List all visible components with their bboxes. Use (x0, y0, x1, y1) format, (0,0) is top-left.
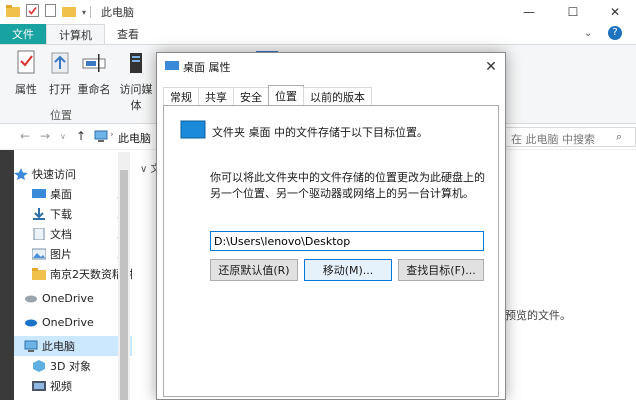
find-target-button[interactable]: 查找目标(F)... (398, 259, 484, 281)
folder-icon (6, 4, 20, 20)
desktop-folder-icon (180, 120, 206, 140)
ribbon-group-label: 位置 (50, 109, 72, 122)
navigation-pane: 快速访问 桌面 📌 下载 📌 文档 📌 图片 📌 南京2天数资精讲 (14, 152, 132, 400)
cloud-icon (24, 316, 38, 328)
dialog-tabs: 常规 共享 安全 位置 以前的版本 (163, 85, 372, 105)
sidebar-item-label: 下载 (50, 208, 72, 221)
tab-view[interactable]: 查看 (105, 24, 151, 44)
sidebar-item-quick-access[interactable]: 快速访问 (14, 164, 132, 184)
video-icon (32, 380, 46, 392)
help-icon[interactable]: ? (608, 26, 622, 40)
sidebar-item-label: OneDrive (42, 315, 94, 329)
folder-icon (32, 268, 46, 280)
tab-computer[interactable]: 计算机 (46, 24, 105, 44)
sidebar-item-label: 此电脑 (42, 340, 75, 353)
properties-icon (12, 49, 40, 77)
maximize-icon[interactable]: ☐ (552, 0, 594, 24)
media-server-icon (122, 49, 150, 77)
close-icon[interactable]: ✕ (594, 0, 636, 24)
document-icon (32, 227, 46, 241)
dialog-title-bar: 桌面 属性 ✕ (157, 53, 505, 81)
location-info: 你可以将此文件夹中的文件存储的位置更改为此硬盘上的另一个位置、另一个驱动器或网络… (210, 171, 485, 200)
properties-dialog: 桌面 属性 ✕ 常规 共享 安全 位置 以前的版本 文件夹 桌面 中的文件存储于… (156, 52, 506, 400)
sidebar-item-folder[interactable]: 南京2天数资精讲 (14, 264, 132, 284)
sidebar-item-3d-objects[interactable]: 3D 对象 (14, 356, 132, 376)
tab-sharing[interactable]: 共享 (198, 87, 234, 105)
sidebar-item-label: 3D 对象 (50, 360, 91, 373)
background-window-strip (0, 150, 14, 400)
preview-hint: 预览的文件。 (505, 309, 571, 322)
tab-location[interactable]: 位置 (268, 85, 304, 105)
sidebar-item-label: 视频 (50, 380, 72, 393)
tab-file[interactable]: 文件 (0, 24, 46, 44)
desktop-folder-icon (165, 60, 179, 75)
tab-previous-versions[interactable]: 以前的版本 (303, 87, 372, 105)
sidebar-item-label: OneDrive (42, 291, 94, 305)
tab-general[interactable]: 常规 (163, 87, 199, 105)
rename-button[interactable]: 重命名 (76, 49, 112, 97)
rename-label: 重命名 (77, 83, 111, 96)
chevron-down-icon[interactable]: ⌄ (584, 28, 592, 39)
sidebar-item-label: 桌面 (50, 188, 72, 201)
desktop-folder-icon (32, 188, 46, 200)
window-title: 此电脑 (101, 6, 135, 19)
ribbon-tabs: 文件 计算机 查看 ⌄ ? (0, 24, 636, 44)
sidebar-item-documents[interactable]: 文档 📌 (14, 224, 132, 244)
access-media-label: 访问媒体 (119, 83, 153, 112)
download-icon (32, 208, 46, 220)
location-path-input[interactable] (210, 231, 484, 251)
up-arrow-icon[interactable]: ↑ (76, 129, 86, 143)
chevron-down-icon[interactable]: ▾ (82, 8, 86, 17)
properties-label: 属性 (15, 83, 37, 96)
back-arrow-icon[interactable]: ← (20, 129, 30, 143)
open-icon (46, 49, 74, 77)
title-bar: ▾ 此电脑 — ☐ ✕ (0, 0, 636, 24)
search-icon[interactable]: ⌕ (616, 130, 622, 144)
rename-icon (80, 49, 108, 77)
sidebar-item-desktop[interactable]: 桌面 📌 (14, 184, 132, 204)
sidebar-item-label: 图片 (50, 248, 72, 261)
document-icon[interactable] (45, 4, 56, 20)
cube-icon (32, 360, 46, 372)
chevron-right-icon: › (110, 130, 114, 140)
divider (90, 6, 92, 18)
picture-icon (31, 248, 47, 260)
cloud-icon (24, 292, 38, 304)
tab-security[interactable]: 安全 (233, 87, 269, 105)
sidebar-item-videos[interactable]: 视频 (14, 376, 132, 396)
address-path[interactable]: 此电脑 (118, 130, 151, 146)
chevron-down-icon[interactable]: ∨ (60, 132, 66, 141)
computer-icon (94, 130, 108, 145)
access-media-button[interactable]: 访问媒体 (116, 49, 156, 113)
sidebar-item-label: 文档 (50, 228, 72, 241)
open-label: 打开 (49, 83, 71, 96)
sidebar-item-this-pc[interactable]: 此电脑 (14, 336, 132, 356)
dialog-title: 桌面 属性 (183, 61, 231, 74)
sidebar-item-onedrive[interactable]: OneDrive (14, 312, 132, 332)
properties-button[interactable]: 属性 (8, 49, 44, 97)
forward-arrow-icon[interactable]: → (40, 129, 50, 143)
computer-icon (24, 340, 38, 352)
sidebar-scrollbar-thumb[interactable] (120, 170, 128, 400)
restore-default-button[interactable]: 还原默认值(R) (210, 259, 298, 281)
location-description: 文件夹 桌面 中的文件存储于以下目标位置。 (212, 126, 428, 139)
sidebar-item-downloads[interactable]: 下载 📌 (14, 204, 132, 224)
star-icon (14, 168, 28, 180)
sidebar-item-onedrive[interactable]: OneDrive (14, 288, 132, 308)
folder-icon[interactable] (62, 5, 76, 20)
open-button[interactable]: 打开 (42, 49, 78, 97)
close-icon[interactable]: ✕ (481, 57, 501, 77)
move-button[interactable]: 移动(M)... (304, 259, 392, 281)
location-panel: 文件夹 桌面 中的文件存储于以下目标位置。 你可以将此文件夹中的文件存储的位置更… (163, 105, 499, 397)
minimize-icon[interactable]: — (508, 0, 550, 24)
sidebar-item-pictures[interactable]: 图片 📌 (14, 244, 132, 264)
checkbox-icon[interactable] (26, 4, 39, 20)
sidebar-item-label: 快速访问 (32, 168, 76, 181)
